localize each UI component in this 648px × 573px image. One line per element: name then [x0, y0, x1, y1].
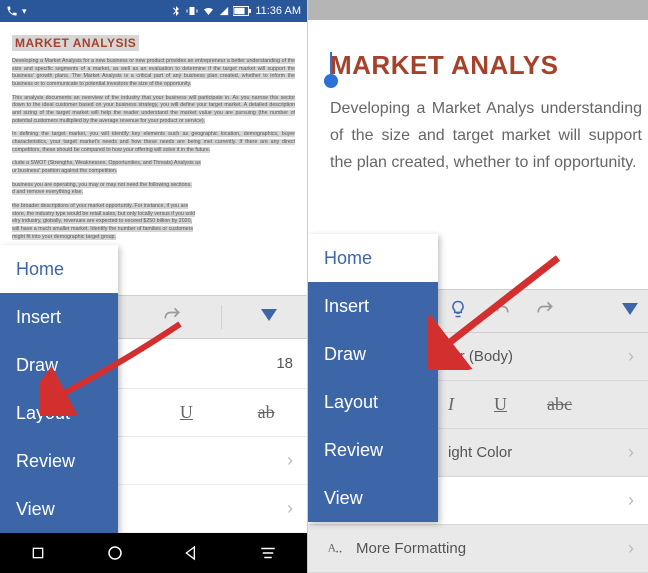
- ribbon-tab-menu: Home Insert Draw Layout Review View: [0, 245, 118, 533]
- underline-button[interactable]: U: [180, 402, 193, 423]
- more-formatting-icon: A••: [322, 539, 350, 559]
- font-name-value: lar (Body): [448, 348, 513, 365]
- svg-text:•: •: [339, 549, 342, 556]
- more-formatting-label: More Formatting: [356, 540, 466, 557]
- underline-button[interactable]: U: [494, 394, 507, 415]
- more-formatting-row[interactable]: A•• More Formatting ›: [308, 525, 648, 573]
- tab-insert[interactable]: Insert: [0, 293, 118, 341]
- doc-paragraph: Developing a Market Analysis for a new b…: [12, 58, 295, 89]
- ribbon-tab-menu: Home Insert Draw Layout Review View: [308, 234, 438, 522]
- chevron-right-icon: ›: [287, 450, 293, 471]
- redo-button[interactable]: [155, 301, 189, 334]
- tab-draw[interactable]: Draw: [0, 341, 118, 389]
- highlight-label: ight Color: [448, 444, 512, 461]
- doc-paragraph: This analysis documents an overview of t…: [12, 95, 295, 126]
- doc-title: MARKET ANALYSIS: [12, 35, 139, 51]
- doc-paragraph: business you are operating, you may or m…: [12, 182, 295, 197]
- signal-icon: [219, 5, 229, 17]
- toolbar-divider: [221, 305, 222, 329]
- tab-home[interactable]: Home: [0, 245, 118, 293]
- status-bar: ▾ 11:36 AM: [0, 0, 307, 22]
- android-nav-bar: [0, 533, 307, 573]
- home-button[interactable]: [106, 544, 124, 562]
- wifi-icon: [202, 5, 215, 17]
- font-size-value: 18: [276, 355, 293, 372]
- expand-ribbon-button[interactable]: [622, 302, 638, 320]
- italic-button[interactable]: I: [448, 394, 454, 415]
- chevron-right-icon: ›: [628, 346, 634, 367]
- doc-title: MARKET ANALYS: [330, 50, 642, 81]
- chevron-right-icon: ›: [287, 498, 293, 519]
- strikethrough-button[interactable]: abc: [547, 394, 572, 415]
- tab-view[interactable]: View: [0, 485, 118, 533]
- tell-me-icon[interactable]: [448, 299, 468, 324]
- tab-home[interactable]: Home: [308, 234, 438, 282]
- tab-review[interactable]: Review: [308, 426, 438, 474]
- back-button[interactable]: [183, 545, 199, 561]
- tab-insert[interactable]: Insert: [308, 282, 438, 330]
- expand-ribbon-button[interactable]: [255, 304, 283, 330]
- status-time: 11:36 AM: [255, 5, 301, 17]
- tab-draw[interactable]: Draw: [308, 330, 438, 378]
- menu-button[interactable]: [259, 546, 277, 560]
- doc-paragraph: In defining the target market, you will …: [12, 131, 295, 154]
- tab-layout[interactable]: Layout: [0, 389, 118, 437]
- battery-icon: [233, 6, 251, 16]
- redo-button[interactable]: [534, 299, 556, 324]
- tab-view[interactable]: View: [308, 474, 438, 522]
- chevron-right-icon: ›: [628, 538, 634, 559]
- strikethrough-button[interactable]: ab: [258, 402, 275, 423]
- bluetooth-icon: [170, 5, 182, 17]
- tab-layout[interactable]: Layout: [308, 378, 438, 426]
- vibrate-icon: [186, 5, 198, 17]
- undo-button[interactable]: [490, 299, 512, 324]
- chevron-right-icon: ›: [628, 490, 634, 511]
- text-cursor-handle[interactable]: [324, 74, 338, 88]
- doc-paragraph: Developing a Market Analys understanding…: [330, 95, 642, 177]
- doc-paragraph: clude a SWOT (Strengths, Weaknesses, Opp…: [12, 160, 295, 175]
- recent-apps-button[interactable]: [30, 545, 46, 561]
- tab-review[interactable]: Review: [0, 437, 118, 485]
- phone-icon: [6, 5, 18, 17]
- chevron-right-icon: ›: [628, 442, 634, 463]
- doc-paragraph: the broader descriptions of your market …: [12, 203, 295, 241]
